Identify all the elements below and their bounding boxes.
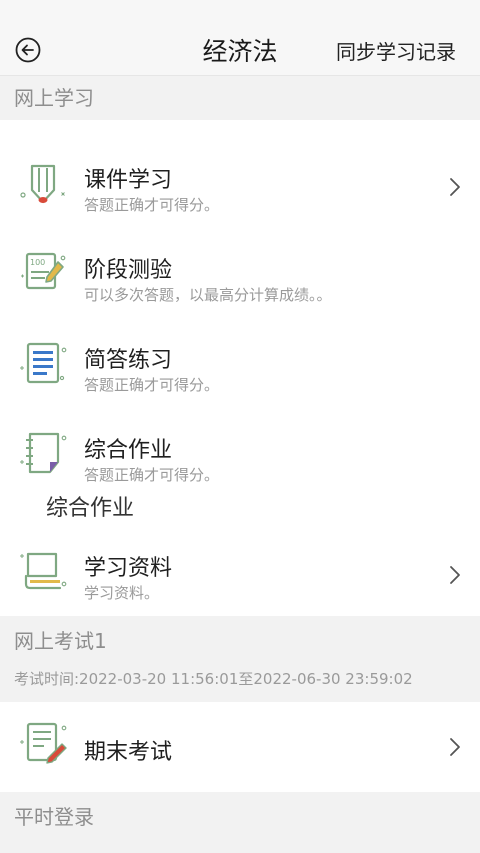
- stage-test-icon: 100: [21, 252, 66, 290]
- list-item-short-answer[interactable]: 简答练习 答题正确才可得分。: [0, 322, 480, 412]
- list-item-study-materials[interactable]: 学习资料 学习资料。: [0, 530, 480, 620]
- notebook-icon: [20, 432, 67, 474]
- exam-paper-pen-icon: [20, 722, 67, 764]
- svg-text:100: 100: [30, 258, 45, 267]
- chevron-right-icon: [450, 738, 460, 756]
- section-heading-online-exam: 网上考试1: [0, 618, 480, 664]
- item-subtitle: 答题正确才可得分。: [84, 196, 220, 214]
- chevron-right-icon: [450, 566, 460, 584]
- chevron-right-icon: [450, 178, 460, 196]
- courseware-pencil-icon: [20, 164, 65, 204]
- item-title: 学习资料: [84, 556, 173, 581]
- item-subtitle: 可以多次答题，以最高分计算成绩。。: [84, 286, 332, 304]
- online-learning-panel: 课件学习 答题正确才可得分。 100 阶段测验 可以多次答题，以最高分计算成绩。…: [0, 120, 480, 616]
- list-item-courseware[interactable]: 课件学习 答题正确才可得分。: [0, 142, 480, 232]
- online-exam-panel: 期末考试: [0, 702, 480, 792]
- sync-study-record-link[interactable]: 同步学习记录: [336, 36, 456, 65]
- item-subtitle: 答题正确才可得分。: [84, 376, 220, 394]
- group-label: 综合作业: [46, 496, 135, 521]
- item-title: 综合作业: [84, 438, 173, 463]
- nav-header: 经济法 同步学习记录: [0, 0, 480, 76]
- list-item-stage-test[interactable]: 100 阶段测验 可以多次答题，以最高分计算成绩。。: [0, 232, 480, 322]
- item-subtitle: 答题正确才可得分。: [84, 466, 220, 484]
- list-item-comprehensive-homework[interactable]: 综合作业 答题正确才可得分。: [0, 412, 480, 502]
- book-icon: [20, 552, 67, 590]
- section-heading-online-learning: 网上学习: [0, 76, 480, 120]
- item-subtitle: 学习资料。: [84, 584, 160, 602]
- item-title: 课件学习: [84, 168, 173, 193]
- item-title: 简答练习: [84, 348, 173, 373]
- section-heading-regular-login: 平时登录: [0, 794, 480, 840]
- item-title: 阶段测验: [84, 258, 173, 283]
- list-item-final-exam[interactable]: 期末考试: [0, 702, 480, 792]
- exam-time: 考试时间:2022-03-20 11:56:01至2022-06-30 23:5…: [14, 670, 413, 688]
- short-answer-doc-icon: [20, 342, 67, 384]
- item-title: 期末考试: [84, 740, 173, 765]
